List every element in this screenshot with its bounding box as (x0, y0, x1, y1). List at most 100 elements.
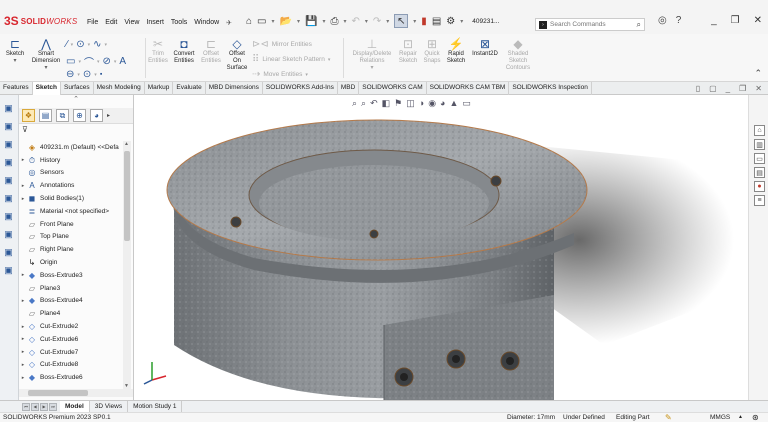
tree-node[interactable]: ▱ Top Plane (19, 231, 122, 244)
minimize-icon[interactable]: _ (711, 15, 717, 26)
tree-node[interactable]: ▸ ◇ Cut-Extrude8 (19, 359, 122, 372)
search-input[interactable] (550, 21, 628, 28)
tree-filter-icon[interactable]: ⊽ (19, 124, 133, 135)
hide-show-items-icon[interactable]: ◉ (428, 98, 436, 109)
search-icon[interactable]: ⌕ (637, 20, 641, 30)
smart-dimension-button[interactable]: ⋀ Smart Dimension ▾ (30, 38, 62, 72)
help-icon[interactable]: ? (676, 15, 682, 26)
line-icon[interactable]: ∕ (66, 39, 68, 50)
options-dropdown-icon[interactable]: ▾ (460, 14, 463, 28)
viewport-split-icon[interactable]: ▢ (709, 84, 717, 93)
design-library-icon[interactable]: ▥ (754, 139, 765, 150)
strip-tool-1-icon[interactable]: ▣ (3, 103, 14, 114)
offset-entities-button[interactable]: ⊏ Offset Entities (199, 38, 223, 65)
menu-tools[interactable]: Tools (171, 19, 187, 27)
tree-horizontal-scrollbar[interactable] (19, 389, 133, 397)
file-explorer-icon[interactable]: ▭ (754, 153, 765, 164)
property-manager-tab-icon[interactable]: ▤ (39, 109, 52, 122)
feature-manager-tab-icon[interactable]: ❖ (22, 109, 35, 122)
pin-icon[interactable]: ✈ (226, 19, 232, 27)
part-model-render[interactable] (134, 95, 748, 400)
slot-icon[interactable]: ⊖ (66, 69, 74, 80)
select-pointer-icon[interactable]: ↖ (394, 14, 409, 28)
tab-surfaces[interactable]: Surfaces (61, 82, 94, 95)
print-icon[interactable]: ⎙ (330, 14, 338, 28)
user-account-icon[interactable]: ◎ (658, 15, 667, 26)
tree-node[interactable]: ▸ ◆ Boss-Extrude4 (19, 295, 122, 308)
menu-insert[interactable]: Insert (146, 19, 164, 27)
first-tab-icon[interactable]: ⏮ (22, 402, 30, 411)
tab-mbd[interactable]: MBD (338, 82, 360, 95)
close-icon[interactable]: ✕ (754, 15, 762, 26)
quick-snaps-button[interactable]: ⊞ Quick Snaps (421, 38, 443, 65)
spline-icon[interactable]: ∿ (93, 39, 101, 50)
tree-node[interactable]: ▸ ⏱ History (19, 154, 122, 167)
search-commands-box[interactable]: › ⌕ (535, 18, 645, 31)
redo-dropdown-icon[interactable]: ▾ (386, 14, 389, 28)
expand-arrow-icon[interactable]: ▸ (19, 272, 27, 278)
tree-node[interactable]: ≣ Material <not specified> (19, 205, 122, 218)
solidworks-logo[interactable]: 3S SOLIDWORKS (4, 15, 77, 27)
offset-on-surface-button[interactable]: ◇ Offset On Surface (224, 38, 250, 72)
open-dropdown-icon[interactable]: ▾ (297, 14, 300, 28)
tab-solidworks-cam[interactable]: SOLIDWORKS CAM (359, 82, 427, 95)
quick-tips-icon[interactable]: ⊛ (752, 413, 759, 422)
tree-pane-handle[interactable]: ⌃ (19, 95, 133, 108)
zoom-to-fit-icon[interactable]: ⌕ (352, 98, 357, 109)
instant2d-button[interactable]: ⊠ Instant2D (468, 38, 502, 58)
view-settings-icon[interactable]: ▭ (462, 98, 471, 109)
tree-root[interactable]: ◈ 409231.m (Default) <<Defa (19, 141, 122, 154)
file-properties-icon[interactable]: ▤ (432, 14, 441, 28)
circle-icon[interactable]: ⊙ (76, 39, 84, 50)
expand-arrow-icon[interactable]: ▸ (19, 375, 27, 381)
strip-tool-4-icon[interactable]: ▣ (3, 157, 14, 168)
home-icon[interactable]: ⌂ (246, 14, 252, 28)
dimxpert-tab-icon[interactable]: ⊕ (73, 109, 86, 122)
tab-solidworks-cam-tbm[interactable]: SOLIDWORKS CAM TBM (427, 82, 510, 95)
tree-node[interactable]: ▸ A Annotations (19, 179, 122, 192)
display-delete-relations-button[interactable]: ⊥ Display/Delete Relations ▾ (348, 38, 396, 72)
expand-arrow-icon[interactable]: ▸ (19, 362, 27, 368)
tab-solidworks-add-ins[interactable]: SOLIDWORKS Add-Ins (263, 82, 338, 95)
arc-icon[interactable]: ⌒ (84, 54, 94, 69)
plane-icon[interactable]: ▪ (100, 71, 102, 78)
configuration-manager-tab-icon[interactable]: ⧉ (56, 109, 69, 122)
zoom-to-area-icon[interactable]: ⌕ (361, 98, 366, 109)
expand-arrow-icon[interactable]: ▸ (19, 183, 27, 189)
tab-3d-views[interactable]: 3D Views (90, 400, 129, 413)
menu-file[interactable]: File (87, 19, 98, 27)
collapse-ribbon-icon[interactable]: ⌃ (754, 68, 762, 79)
expand-arrow-icon[interactable]: ▸ (19, 196, 27, 202)
viewport-restore-icon[interactable]: ❐ (739, 84, 746, 93)
units-dropdown-icon[interactable]: ▲ (738, 414, 743, 420)
rapid-sketch-button[interactable]: ⚡ Rapid Sketch (444, 38, 468, 65)
tab-markup[interactable]: Markup (145, 82, 174, 95)
redo-icon[interactable]: ↷ (373, 14, 381, 28)
strip-tool-3-icon[interactable]: ▣ (3, 139, 14, 150)
next-tab-icon[interactable]: ▶ (40, 402, 48, 411)
menu-window[interactable]: Window (194, 19, 219, 27)
traffic-light-icon[interactable]: ▮ (421, 14, 427, 28)
expand-arrow-icon[interactable]: ▸ (19, 298, 27, 304)
tree-node[interactable]: ▱ Front Plane (19, 218, 122, 231)
graphics-area[interactable]: ⌕ ⌕ ↶ ◧ ⚑ ◫ ◑ ◉ ◕ ▲ ▭ (134, 95, 748, 400)
strip-tool-7-icon[interactable]: ▣ (3, 211, 14, 222)
view-orientation-icon[interactable]: ◫ (406, 98, 415, 109)
viewport-minimize-icon[interactable]: _ (726, 84, 730, 93)
tab-solidworks-inspection[interactable]: SOLIDWORKS Inspection (509, 82, 592, 95)
section-view-icon[interactable]: ◧ (382, 98, 391, 109)
view-palette-icon[interactable]: ▤ (754, 167, 765, 178)
display-manager-tab-icon[interactable]: ◕ (90, 109, 103, 122)
expand-arrow-icon[interactable]: ▸ (19, 157, 27, 163)
tree-vertical-scrollbar[interactable]: ▲ ▼ (123, 141, 131, 389)
rebuild-status-icon[interactable]: ✎ (665, 413, 672, 422)
dynamic-annotation-icon[interactable]: ⚑ (394, 98, 402, 109)
new-document-icon[interactable]: ▭ (257, 14, 266, 28)
convert-entities-button[interactable]: ◘ Convert Entities (170, 38, 198, 65)
tree-node[interactable]: ▸ ◇ Cut-Extrude7 (19, 346, 122, 359)
tab-motion-study-1[interactable]: Motion Study 1 (128, 400, 183, 413)
repair-sketch-button[interactable]: ⊡ Repair Sketch (396, 38, 420, 65)
tree-node[interactable]: ▱ Plane4 (19, 307, 122, 320)
custom-properties-icon[interactable]: ≡ (754, 195, 765, 206)
tree-node[interactable]: ▱ Plane3 (19, 282, 122, 295)
